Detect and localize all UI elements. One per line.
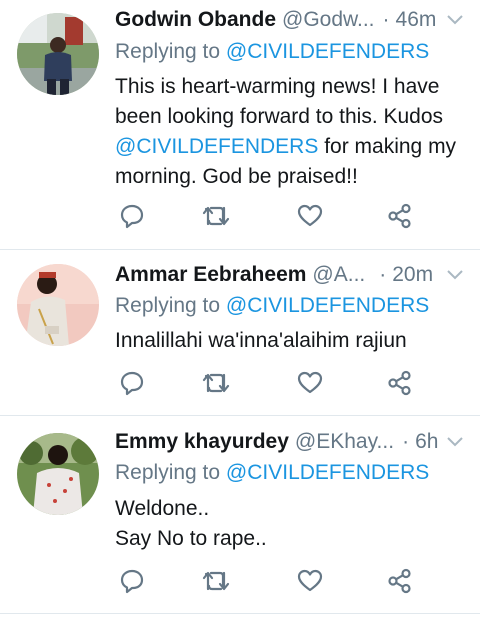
- tweet-text-line: @CIVILDEFENDERS for making my: [115, 132, 460, 162]
- replying-to: Replying to @CIVILDEFENDERS: [115, 294, 470, 318]
- replying-to: Replying to @CIVILDEFENDERS: [115, 40, 470, 64]
- replying-to-mention[interactable]: @CIVILDEFENDERS: [226, 40, 429, 63]
- replying-to-mention[interactable]: @CIVILDEFENDERS: [226, 461, 429, 484]
- tweet-text-line: Say No to rape..: [115, 527, 267, 550]
- tweet-text-line: Innalillahi wa'inna'alaihim rajiun: [115, 329, 407, 352]
- chevron-down-icon[interactable]: [444, 9, 466, 31]
- separator-dot: ·: [402, 430, 410, 453]
- author-handle[interactable]: @Godw...: [282, 8, 375, 32]
- timestamp[interactable]: 6h: [415, 430, 438, 454]
- tweet-text: This is heart-warming news! I have been …: [115, 72, 460, 192]
- chevron-down-icon[interactable]: [444, 264, 466, 286]
- share-icon[interactable]: [385, 566, 415, 596]
- timestamp[interactable]: 46m: [396, 8, 437, 32]
- retweet-icon[interactable]: [201, 368, 231, 398]
- replying-to-mention[interactable]: @CIVILDEFENDERS: [226, 294, 429, 317]
- separator-dot: ·: [382, 8, 390, 31]
- avatar[interactable]: [17, 433, 99, 515]
- share-icon[interactable]: [385, 201, 415, 231]
- author-handle[interactable]: @EKhay...: [295, 430, 394, 454]
- share-icon[interactable]: [385, 368, 415, 398]
- tweet-actions: [115, 566, 415, 596]
- tweet-header: Ammar Eebraheem @A... · 20m: [115, 259, 466, 291]
- separator-dot: ·: [379, 263, 387, 286]
- tweet[interactable]: Ammar Eebraheem @A... · 20m Replying to …: [0, 250, 480, 416]
- like-icon[interactable]: [295, 566, 325, 596]
- tweet-text: Weldone.. Say No to rape..: [115, 494, 460, 554]
- reply-icon[interactable]: [117, 566, 147, 596]
- tweet-text-line: Weldone..: [115, 497, 210, 520]
- tweet[interactable]: Emmy khayurdey @EKhay... · 6h Replying t…: [0, 416, 480, 614]
- tweet[interactable]: Godwin Obande @Godw... · 46m Replying to…: [0, 0, 480, 250]
- replying-to: Replying to @CIVILDEFENDERS: [115, 461, 470, 485]
- replying-to-label: Replying to: [115, 461, 226, 484]
- tweet-actions: [115, 201, 415, 231]
- chevron-down-icon[interactable]: [444, 431, 466, 453]
- author-handle[interactable]: @A...: [312, 263, 365, 287]
- retweet-icon[interactable]: [201, 201, 231, 231]
- avatar[interactable]: [17, 13, 99, 95]
- tweet-mention[interactable]: @CIVILDEFENDERS: [115, 135, 318, 158]
- replying-to-label: Replying to: [115, 294, 226, 317]
- tweet-text-line: This is heart-warming news! I have: [115, 75, 440, 98]
- tweet-text-line: been looking forward to this. Kudos: [115, 105, 444, 128]
- replying-to-label: Replying to: [115, 40, 226, 63]
- tweet-header: Emmy khayurdey @EKhay... · 6h: [115, 426, 466, 458]
- tweet-text-line: morning. God be praised!!: [115, 165, 358, 188]
- tweet-actions: [115, 368, 415, 398]
- reply-icon[interactable]: [117, 368, 147, 398]
- author-name[interactable]: Ammar Eebraheem: [115, 263, 306, 287]
- avatar[interactable]: [17, 264, 99, 346]
- tweet-text-fragment: for making my: [318, 135, 457, 158]
- timestamp[interactable]: 20m: [392, 263, 433, 287]
- tweet-text: Innalillahi wa'inna'alaihim rajiun: [115, 326, 460, 356]
- author-name[interactable]: Godwin Obande: [115, 8, 276, 32]
- reply-icon[interactable]: [117, 201, 147, 231]
- tweet-header: Godwin Obande @Godw... · 46m: [115, 4, 466, 36]
- like-icon[interactable]: [295, 368, 325, 398]
- like-icon[interactable]: [295, 201, 325, 231]
- retweet-icon[interactable]: [201, 566, 231, 596]
- author-name[interactable]: Emmy khayurdey: [115, 430, 289, 454]
